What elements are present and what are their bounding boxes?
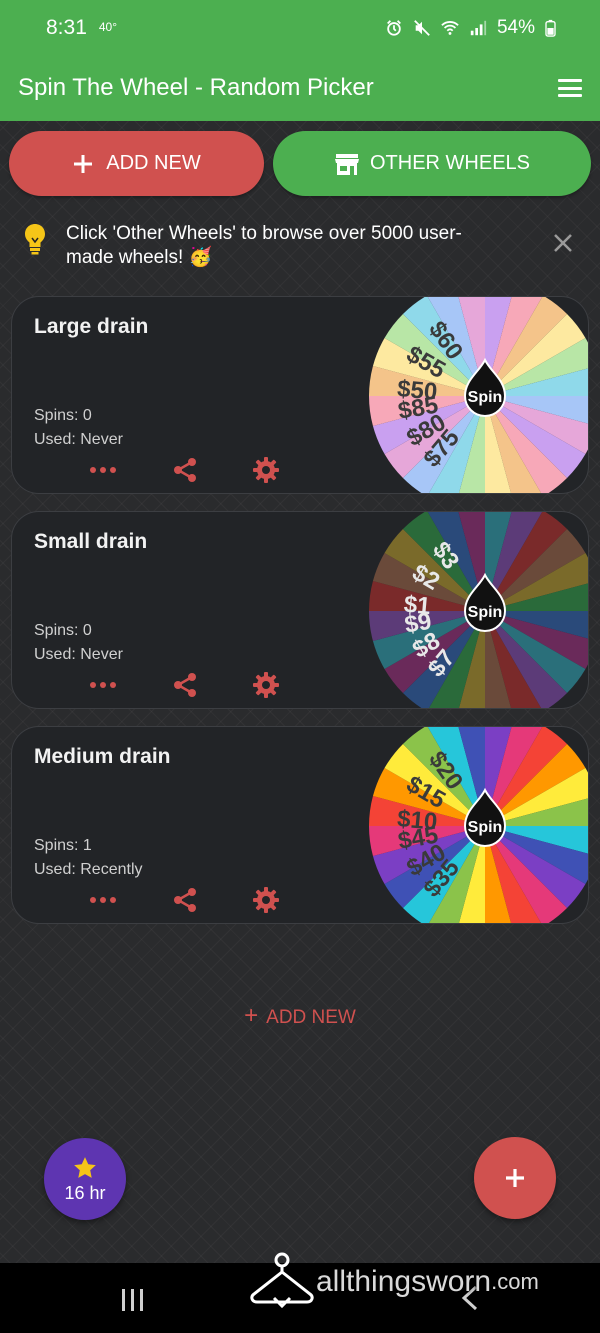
watermark-text: allthingsworn: [316, 1265, 492, 1298]
wheel-title: Large drain: [34, 315, 149, 338]
more-options-icon[interactable]: [86, 455, 120, 485]
wheel-spins: Spins: 1: [34, 837, 92, 854]
more-options-icon[interactable]: [86, 670, 120, 700]
hamburger-menu-icon[interactable]: [558, 79, 582, 97]
add-new-link-label: ADD NEW: [266, 1007, 356, 1028]
reward-timer-button[interactable]: 16 hr: [44, 1138, 126, 1220]
lightbulb-icon: [25, 224, 45, 255]
wheel-preview[interactable]: $60$55$50$85$80$75Spin: [367, 296, 589, 494]
add-new-button[interactable]: ADD NEW: [9, 131, 264, 196]
store-icon: [334, 153, 359, 175]
watermark-suffix: .com: [491, 1269, 539, 1294]
wheel-card[interactable]: Small drain Spins: 0 Used: Never $3 $2 $1 $…: [11, 511, 589, 709]
status-time: 8:31: [46, 15, 87, 39]
more-options-icon[interactable]: [86, 885, 120, 915]
tip-text: Click 'Other Wheels' to browse over 5000…: [66, 223, 462, 268]
spin-label[interactable]: Spin: [468, 819, 503, 836]
wheel-used: Used: Never: [34, 646, 123, 663]
add-fab-button[interactable]: [474, 1137, 556, 1219]
battery-icon: [545, 19, 556, 37]
app-title: Spin The Wheel - Random Picker: [18, 74, 374, 101]
wheel-preview[interactable]: $20$15$10$45$40$35Spin: [367, 726, 589, 924]
reward-timer-label: 16 hr: [64, 1182, 106, 1203]
mute-icon: [414, 19, 430, 36]
share-icon[interactable]: [168, 885, 202, 915]
wheel-used: Used: Never: [34, 431, 123, 448]
star-icon: [74, 1156, 96, 1178]
wheel-card[interactable]: Medium drain Spins: 1 Used: Recently $20…: [11, 726, 589, 924]
settings-gear-icon[interactable]: [249, 670, 283, 700]
settings-gear-icon[interactable]: [249, 455, 283, 485]
wheel-used: Used: Recently: [34, 861, 143, 878]
wheel-preview[interactable]: $3$2$1$9$8$7Spin: [367, 511, 589, 709]
status-temp: 40°: [98, 19, 118, 34]
recents-icon[interactable]: [122, 1289, 143, 1311]
settings-gear-icon[interactable]: [249, 885, 283, 915]
add-new-link[interactable]: + ADD NEW: [0, 1002, 600, 1030]
plus-icon: [74, 154, 93, 173]
battery-percent: 54%: [496, 16, 535, 38]
hanger-logo-icon: [250, 1252, 314, 1309]
wheel-title: Medium drain: [34, 745, 171, 768]
watermark: allthingsworn .com: [248, 1250, 539, 1314]
other-wheels-button[interactable]: OTHER WHEELS: [273, 131, 591, 196]
spin-label[interactable]: Spin: [468, 389, 503, 406]
wheel-card[interactable]: Large drain Spins: 0 Used: Never $60 $55 $…: [11, 296, 589, 494]
signal-icon: [470, 20, 487, 35]
spin-label[interactable]: Spin: [468, 604, 503, 621]
share-icon[interactable]: [168, 455, 202, 485]
wheel-spins: Spins: 0: [34, 622, 92, 639]
add-new-label: ADD NEW: [106, 152, 201, 174]
tip-banner: Click 'Other Wheels' to browse over 5000…: [22, 222, 582, 274]
plus-icon: [506, 1169, 524, 1187]
alarm-icon: [387, 19, 401, 36]
wifi-icon: [441, 20, 459, 35]
status-icons: 54%: [385, 17, 556, 39]
share-icon[interactable]: [168, 670, 202, 700]
app-bar: Spin The Wheel - Random Picker: [0, 55, 600, 121]
plus-icon: +: [244, 1002, 259, 1029]
status-bar: 8:31 40° 54%: [0, 0, 600, 55]
wheel-title: Small drain: [34, 530, 148, 553]
other-wheels-label: OTHER WHEELS: [369, 152, 531, 174]
close-icon[interactable]: [552, 232, 574, 254]
wheel-spins: Spins: 0: [34, 407, 92, 424]
